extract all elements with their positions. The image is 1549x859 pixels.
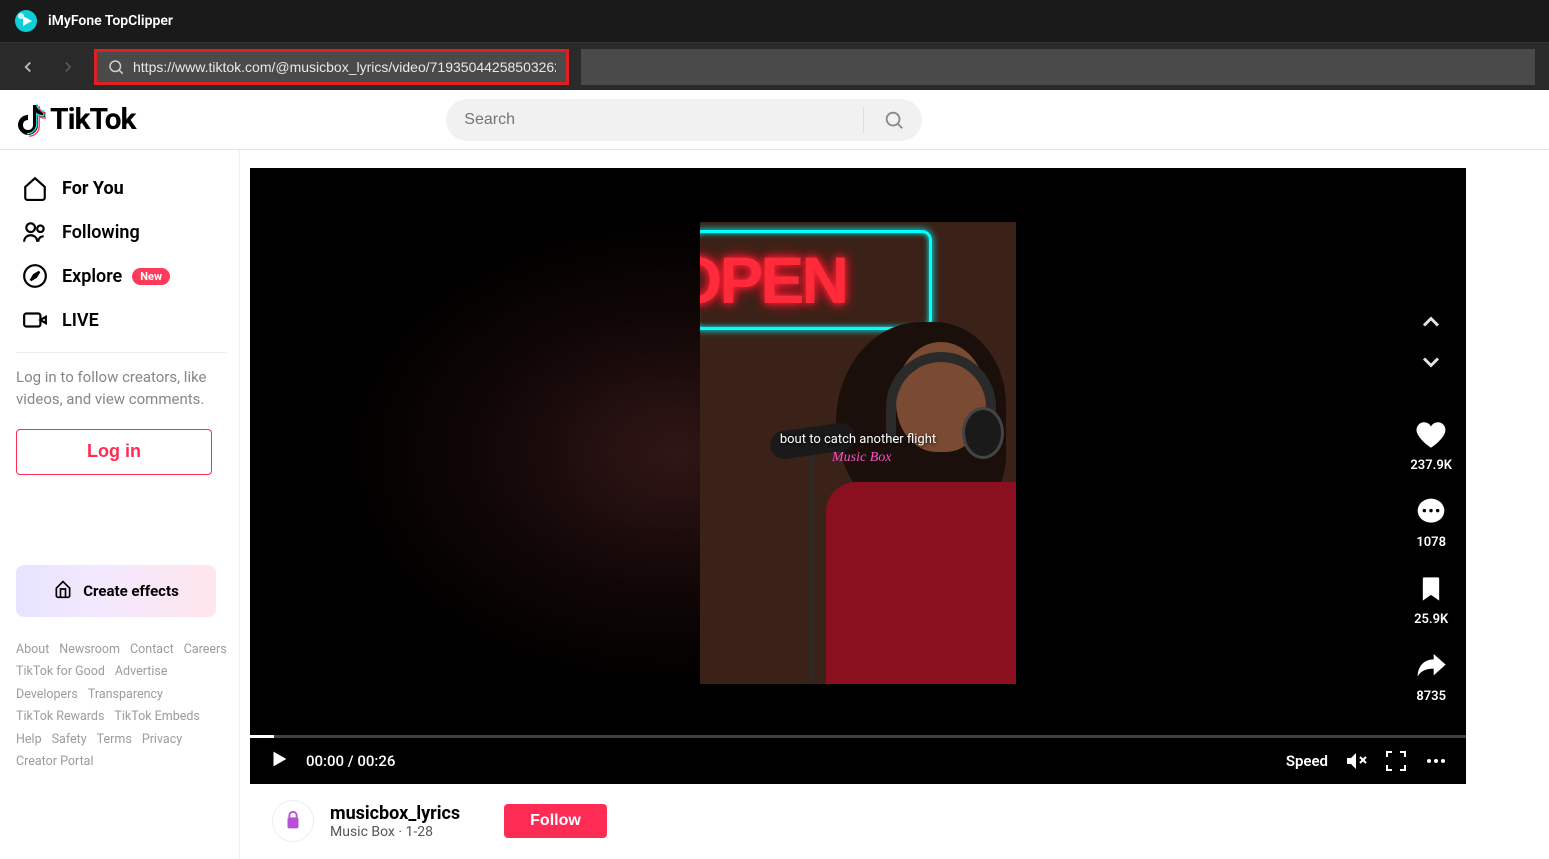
- footer-link[interactable]: Creator Portal: [16, 754, 94, 769]
- tiktok-logo[interactable]: TikTok: [16, 102, 136, 137]
- time-total: 00:26: [357, 752, 395, 770]
- next-video-button[interactable]: [1417, 348, 1445, 376]
- footer-link[interactable]: Developers: [16, 687, 78, 702]
- like-count: 237.9K: [1410, 458, 1452, 473]
- url-bar-row: [0, 42, 1549, 90]
- fullscreen-button[interactable]: [1384, 749, 1408, 773]
- login-prompt-text: Log in to follow creators, like videos, …: [16, 367, 231, 411]
- sidebar-label: Explore: [62, 266, 122, 287]
- url-input[interactable]: [133, 59, 556, 75]
- video-area: OPEN bout to catch another flight Music …: [240, 150, 1549, 859]
- footer-link[interactable]: Contact: [130, 642, 174, 657]
- author-avatar[interactable]: [272, 800, 314, 842]
- create-effects-button[interactable]: Create effects: [16, 565, 216, 617]
- live-icon: [22, 307, 48, 333]
- progress-fill: [250, 735, 274, 738]
- app-titlebar: iMyFone TopClipper: [0, 0, 1549, 42]
- comment-button[interactable]: 1078: [1414, 495, 1448, 550]
- tiktok-search-wrap: [446, 99, 922, 141]
- nav-forward-button[interactable]: [54, 53, 82, 81]
- sidebar-item-for-you[interactable]: For You: [16, 166, 231, 210]
- tiktok-header: TikTok: [0, 90, 1549, 150]
- author-subtitle: Music Box · 1-28: [330, 824, 460, 840]
- sidebar: For You Following Explore New LIVE Log i…: [0, 150, 240, 859]
- prev-video-button[interactable]: [1417, 308, 1445, 336]
- like-button[interactable]: 237.9K: [1410, 418, 1452, 473]
- play-button[interactable]: [268, 748, 290, 774]
- video-player[interactable]: OPEN bout to catch another flight Music …: [250, 168, 1466, 738]
- save-count: 25.9K: [1414, 612, 1448, 627]
- sidebar-label: For You: [62, 178, 124, 199]
- video-action-rail: 237.9K 1078 25.9K 8735: [1410, 308, 1452, 704]
- video-subject: [806, 302, 1016, 682]
- share-button[interactable]: 8735: [1414, 649, 1448, 704]
- footer-link[interactable]: Privacy: [142, 732, 182, 747]
- more-button[interactable]: [1424, 749, 1448, 773]
- login-button[interactable]: Log in: [16, 429, 212, 475]
- footer-link[interactable]: TikTok for Good: [16, 664, 105, 679]
- heart-icon: [1414, 418, 1448, 452]
- footer-link[interactable]: TikTok Embeds: [114, 709, 199, 724]
- author-row: musicbox_lyrics Music Box · 1-28 Follow: [250, 784, 1549, 842]
- effects-icon: [53, 579, 73, 603]
- new-badge: New: [132, 268, 170, 285]
- url-input-highlight: [94, 49, 569, 85]
- sidebar-item-explore[interactable]: Explore New: [16, 254, 231, 298]
- footer-link[interactable]: Transparency: [88, 687, 163, 702]
- people-icon: [22, 219, 48, 245]
- app-logo-icon: [14, 9, 38, 33]
- video-frame: OPEN bout to catch another flight Music …: [700, 222, 1016, 684]
- footer-link[interactable]: Help: [16, 732, 42, 747]
- search-separator: [863, 107, 864, 133]
- tiktok-logo-text: TikTok: [50, 102, 136, 137]
- footer-link[interactable]: Terms: [97, 732, 132, 747]
- search-icon: [107, 58, 125, 76]
- bookmark-icon: [1414, 572, 1448, 606]
- share-count: 8735: [1416, 689, 1446, 704]
- video-subtitle: bout to catch another flight: [700, 432, 1016, 447]
- comment-icon: [1414, 495, 1448, 529]
- footer-link[interactable]: About: [16, 642, 49, 657]
- footer-link[interactable]: TikTok Rewards: [16, 709, 104, 724]
- video-controls: 00:00 / 00:26 Speed: [250, 738, 1466, 784]
- mute-button[interactable]: [1344, 749, 1368, 773]
- speed-button[interactable]: Speed: [1286, 752, 1328, 770]
- compass-icon: [22, 263, 48, 289]
- sidebar-label: Following: [62, 222, 140, 243]
- footer-link[interactable]: Advertise: [115, 664, 168, 679]
- footer-link[interactable]: Newsroom: [59, 642, 120, 657]
- mic-stand: [810, 442, 813, 682]
- author-post-date: 1-28: [406, 824, 433, 840]
- home-icon: [22, 175, 48, 201]
- comment-count: 1078: [1416, 535, 1446, 550]
- nav-back-button[interactable]: [14, 53, 42, 81]
- progress-bar[interactable]: [250, 735, 1466, 738]
- footer-link[interactable]: Safety: [52, 732, 87, 747]
- time-display: 00:00 / 00:26: [306, 752, 395, 770]
- author-username[interactable]: musicbox_lyrics: [330, 803, 460, 824]
- footer-link[interactable]: Careers: [184, 642, 227, 657]
- tiktok-search-button[interactable]: [874, 100, 914, 140]
- time-current: 00:00: [306, 752, 344, 770]
- share-icon: [1414, 649, 1448, 683]
- sidebar-label: LIVE: [62, 310, 99, 331]
- url-bar-extension[interactable]: [581, 49, 1535, 85]
- save-button[interactable]: 25.9K: [1414, 572, 1448, 627]
- create-effects-label: Create effects: [83, 582, 179, 600]
- tiktok-search-input[interactable]: [464, 111, 859, 129]
- follow-button[interactable]: Follow: [504, 804, 607, 838]
- app-title: iMyFone TopClipper: [48, 13, 173, 29]
- video-watermark: Music Box: [832, 450, 891, 466]
- author-display-name: Music Box: [330, 824, 395, 840]
- sidebar-item-live[interactable]: LIVE: [16, 298, 231, 342]
- sidebar-item-following[interactable]: Following: [16, 210, 231, 254]
- footer-links: About Newsroom Contact Careers TikTok for G…: [16, 639, 231, 774]
